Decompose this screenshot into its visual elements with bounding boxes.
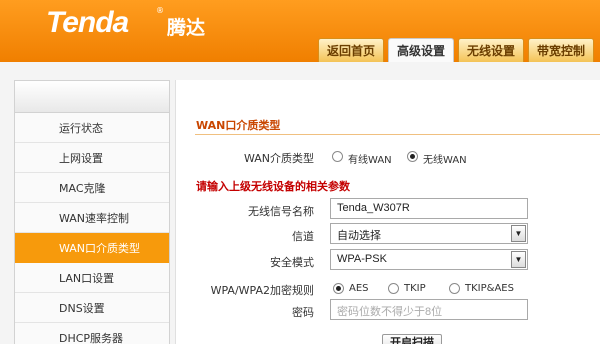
sidebar-item-lan[interactable]: LAN口设置 xyxy=(15,263,169,293)
sidebar-item-internet[interactable]: 上网设置 xyxy=(15,143,169,173)
channel-select[interactable]: 自动选择 ▼ xyxy=(330,223,528,244)
sidebar-item-dns[interactable]: DNS设置 xyxy=(15,293,169,323)
sidebar-item-wan-media[interactable]: WAN口介质类型 xyxy=(15,233,169,263)
sidebar-item-dhcp[interactable]: DHCP服务器 xyxy=(15,323,169,344)
ssid-label: 无线信号名称 xyxy=(248,205,314,218)
wired-wan-radio[interactable] xyxy=(332,151,343,162)
sidebar-item-mac-clone[interactable]: MAC克隆 xyxy=(15,173,169,203)
tkip-label: TKIP xyxy=(404,283,426,294)
channel-label: 信道 xyxy=(292,230,314,243)
section-divider xyxy=(195,134,600,135)
sidebar: 运行状态 上网设置 MAC克隆 WAN速率控制 WAN口介质类型 LAN口设置 … xyxy=(14,80,170,344)
section-title: WAN口介质类型 xyxy=(196,119,281,132)
password-label: 密码 xyxy=(292,306,314,319)
security-select[interactable]: WPA-PSK ▼ xyxy=(330,249,528,270)
aes-radio[interactable] xyxy=(333,283,344,294)
top-nav-tabs: 返回首页 高级设置 无线设置 带宽控制 xyxy=(318,38,598,62)
wireless-wan-radio[interactable] xyxy=(407,151,418,162)
channel-value: 自动选择 xyxy=(337,230,381,242)
sidebar-item-wan-speed[interactable]: WAN速率控制 xyxy=(15,203,169,233)
tab-wireless[interactable]: 无线设置 xyxy=(458,38,525,62)
chevron-down-icon[interactable]: ▼ xyxy=(511,251,526,268)
wireless-wan-label: 无线WAN xyxy=(423,155,467,166)
start-scan-button[interactable]: 开启扫描 xyxy=(382,334,442,344)
security-value: WPA-PSK xyxy=(337,253,387,265)
tab-advanced[interactable]: 高级设置 xyxy=(388,38,455,62)
wan-type-label: WAN介质类型 xyxy=(243,152,314,165)
sidebar-header xyxy=(15,81,169,113)
ssid-input[interactable]: Tenda_W307R xyxy=(330,198,528,219)
cipher-label: WPA/WPA2加密规则 xyxy=(210,284,314,297)
upstream-hint: 请输入上级无线设备的相关参数 xyxy=(196,180,350,193)
tab-bandwidth[interactable]: 带宽控制 xyxy=(528,38,595,62)
tkip-radio[interactable] xyxy=(388,283,399,294)
security-label: 安全模式 xyxy=(270,256,314,269)
tab-home[interactable]: 返回首页 xyxy=(318,38,385,62)
logo-chinese: 腾达 xyxy=(167,17,206,39)
chevron-down-icon[interactable]: ▼ xyxy=(511,225,526,242)
password-input[interactable]: 密码位数不得少于8位 xyxy=(330,299,528,320)
header: Tenda ® 腾达 返回首页 高级设置 无线设置 带宽控制 xyxy=(0,0,600,62)
password-placeholder: 密码位数不得少于8位 xyxy=(337,306,443,318)
aes-label: AES xyxy=(349,283,369,294)
tenda-logo[interactable]: Tenda xyxy=(46,6,129,40)
tkip-aes-label: TKIP&AES xyxy=(465,283,514,294)
wired-wan-label: 有线WAN xyxy=(348,155,392,166)
tkip-aes-radio[interactable] xyxy=(449,283,460,294)
registered-mark: ® xyxy=(156,6,164,15)
sidebar-item-status[interactable]: 运行状态 xyxy=(15,113,169,143)
